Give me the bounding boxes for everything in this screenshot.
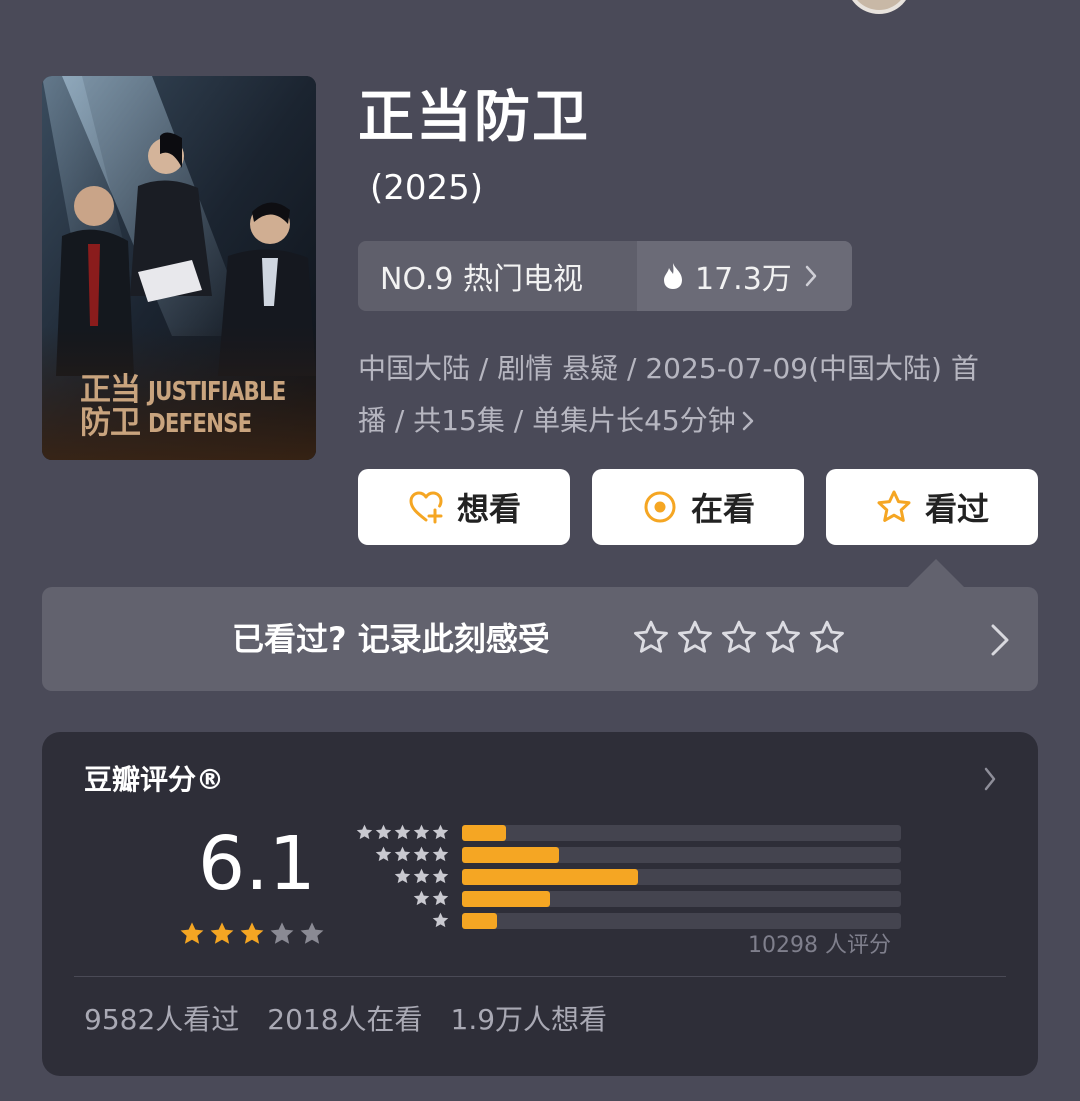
small-star-icon <box>432 890 449 906</box>
star-outline-icon[interactable] <box>720 619 758 657</box>
chevron-right-icon <box>805 265 817 287</box>
rating-stars <box>178 920 326 948</box>
meta-line-2: 播 / 共15集 / 单集片长45分钟 <box>358 404 736 437</box>
distribution-row-3-star <box>352 866 902 888</box>
small-star-icon <box>432 846 449 862</box>
meta-line-2-wrap: 播 / 共15集 / 单集片长45分钟 <box>358 395 1038 447</box>
distribution-bar <box>462 825 506 841</box>
record-feeling-card[interactable]: 已看过? 记录此刻感受 <box>42 587 1038 691</box>
movie-poster[interactable]: 正当 防卫 JUSTIFIABLE DEFENSE <box>42 76 316 460</box>
small-star-icon <box>394 846 411 862</box>
chevron-right-icon <box>991 624 1009 656</box>
watched-count: 9582人看过 <box>84 1003 240 1036</box>
record-feeling-prompt: 已看过? 记录此刻感受 <box>232 620 550 658</box>
distribution-row-5-star <box>352 822 902 844</box>
star-outline-icon[interactable] <box>764 619 802 657</box>
movie-detail-page: 正当 防卫 JUSTIFIABLE DEFENSE 正当防卫 (2025) NO… <box>0 0 1080 1101</box>
watching-button[interactable]: 在看 <box>592 469 804 545</box>
distribution-track <box>462 869 901 885</box>
distribution-star-label <box>431 911 450 930</box>
heat-value: 17.3万 <box>695 262 792 297</box>
distribution-bar <box>462 913 497 929</box>
heart-plus-icon <box>409 491 443 524</box>
distribution-star-label <box>393 867 450 886</box>
small-star-icon <box>375 824 392 840</box>
watching-count: 2018人在看 <box>267 1003 423 1036</box>
distribution-track <box>462 891 901 907</box>
watched-button[interactable]: 看过 <box>826 469 1038 545</box>
divider <box>74 976 1006 977</box>
distribution-star-label <box>374 845 450 864</box>
star-filled-icon <box>210 922 234 944</box>
small-star-icon <box>432 868 449 884</box>
small-star-icon <box>394 824 411 840</box>
distribution-star-label <box>412 889 450 908</box>
small-star-icon <box>413 846 430 862</box>
distribution-track <box>462 825 901 841</box>
distribution-track <box>462 913 901 929</box>
want-label: 想看 <box>456 490 521 528</box>
user-avatar[interactable] <box>846 0 912 14</box>
feeling-card-pointer <box>908 559 964 587</box>
small-star-icon <box>356 824 373 840</box>
movie-year: (2025) <box>370 168 484 208</box>
star-outline-icon[interactable] <box>632 619 670 657</box>
small-star-icon <box>413 824 430 840</box>
back-chevron-icon[interactable] <box>60 0 84 10</box>
rating-stats: 9582人看过 2018人在看 1.9万人想看 <box>84 1000 607 1040</box>
distribution-bar <box>462 847 559 863</box>
small-star-icon <box>432 912 449 928</box>
star-outline-icon[interactable] <box>676 619 714 657</box>
want-to-watch-button[interactable]: 想看 <box>358 469 570 545</box>
rating-count: 10298 人评分 <box>748 933 891 958</box>
small-star-icon <box>432 824 449 840</box>
distribution-bar <box>462 891 550 907</box>
distribution-bar <box>462 869 638 885</box>
distribution-row-4-star <box>352 844 902 866</box>
poster-title-en: JUSTIFIABLE DEFENSE <box>148 377 286 439</box>
small-star-icon <box>394 868 411 884</box>
heat-section[interactable]: 17.3万 <box>637 241 852 311</box>
poster-title-cn: 正当 防卫 <box>80 372 141 441</box>
target-icon <box>644 491 676 523</box>
distribution-row-2-star <box>352 888 902 910</box>
movie-meta-info[interactable]: 中国大陆 / 剧情 悬疑 / 2025-07-09(中国大陆) 首 播 / 共1… <box>358 343 1038 447</box>
douban-rating-card[interactable]: 豆瓣评分® 6.1 10298 人评分 9582人看过 2018人在看 1.9万… <box>42 732 1038 1076</box>
want-count: 1.9万人想看 <box>450 1003 608 1036</box>
flame-icon <box>664 263 682 289</box>
chevron-right-icon <box>742 411 753 431</box>
star-filled-icon <box>180 922 204 944</box>
star-empty-icon <box>270 922 294 944</box>
star-outline-icon <box>877 490 911 522</box>
small-star-icon <box>413 890 430 906</box>
small-star-icon <box>375 846 392 862</box>
chevron-right-icon <box>984 767 996 791</box>
movie-title: 正当防卫 <box>358 85 590 150</box>
watching-label: 在看 <box>690 490 755 528</box>
ranking-pill[interactable]: NO.9 热门电视 17.3万 <box>358 241 852 311</box>
star-empty-icon <box>300 922 324 944</box>
star-filled-icon <box>240 922 264 944</box>
distribution-row-1-star <box>352 910 902 932</box>
watched-label: 看过 <box>924 490 989 528</box>
feeling-star-rating[interactable] <box>632 619 846 657</box>
star-outline-icon[interactable] <box>808 619 846 657</box>
ranking-label: NO.9 热门电视 <box>380 262 583 297</box>
distribution-track <box>462 847 901 863</box>
rating-distribution <box>352 822 902 942</box>
distribution-star-label <box>355 823 450 842</box>
rating-label: 豆瓣评分® <box>84 763 225 796</box>
small-star-icon <box>413 868 430 884</box>
rating-score: 6.1 <box>198 821 316 907</box>
meta-line-1: 中国大陆 / 剧情 悬疑 / 2025-07-09(中国大陆) 首 <box>358 352 979 385</box>
